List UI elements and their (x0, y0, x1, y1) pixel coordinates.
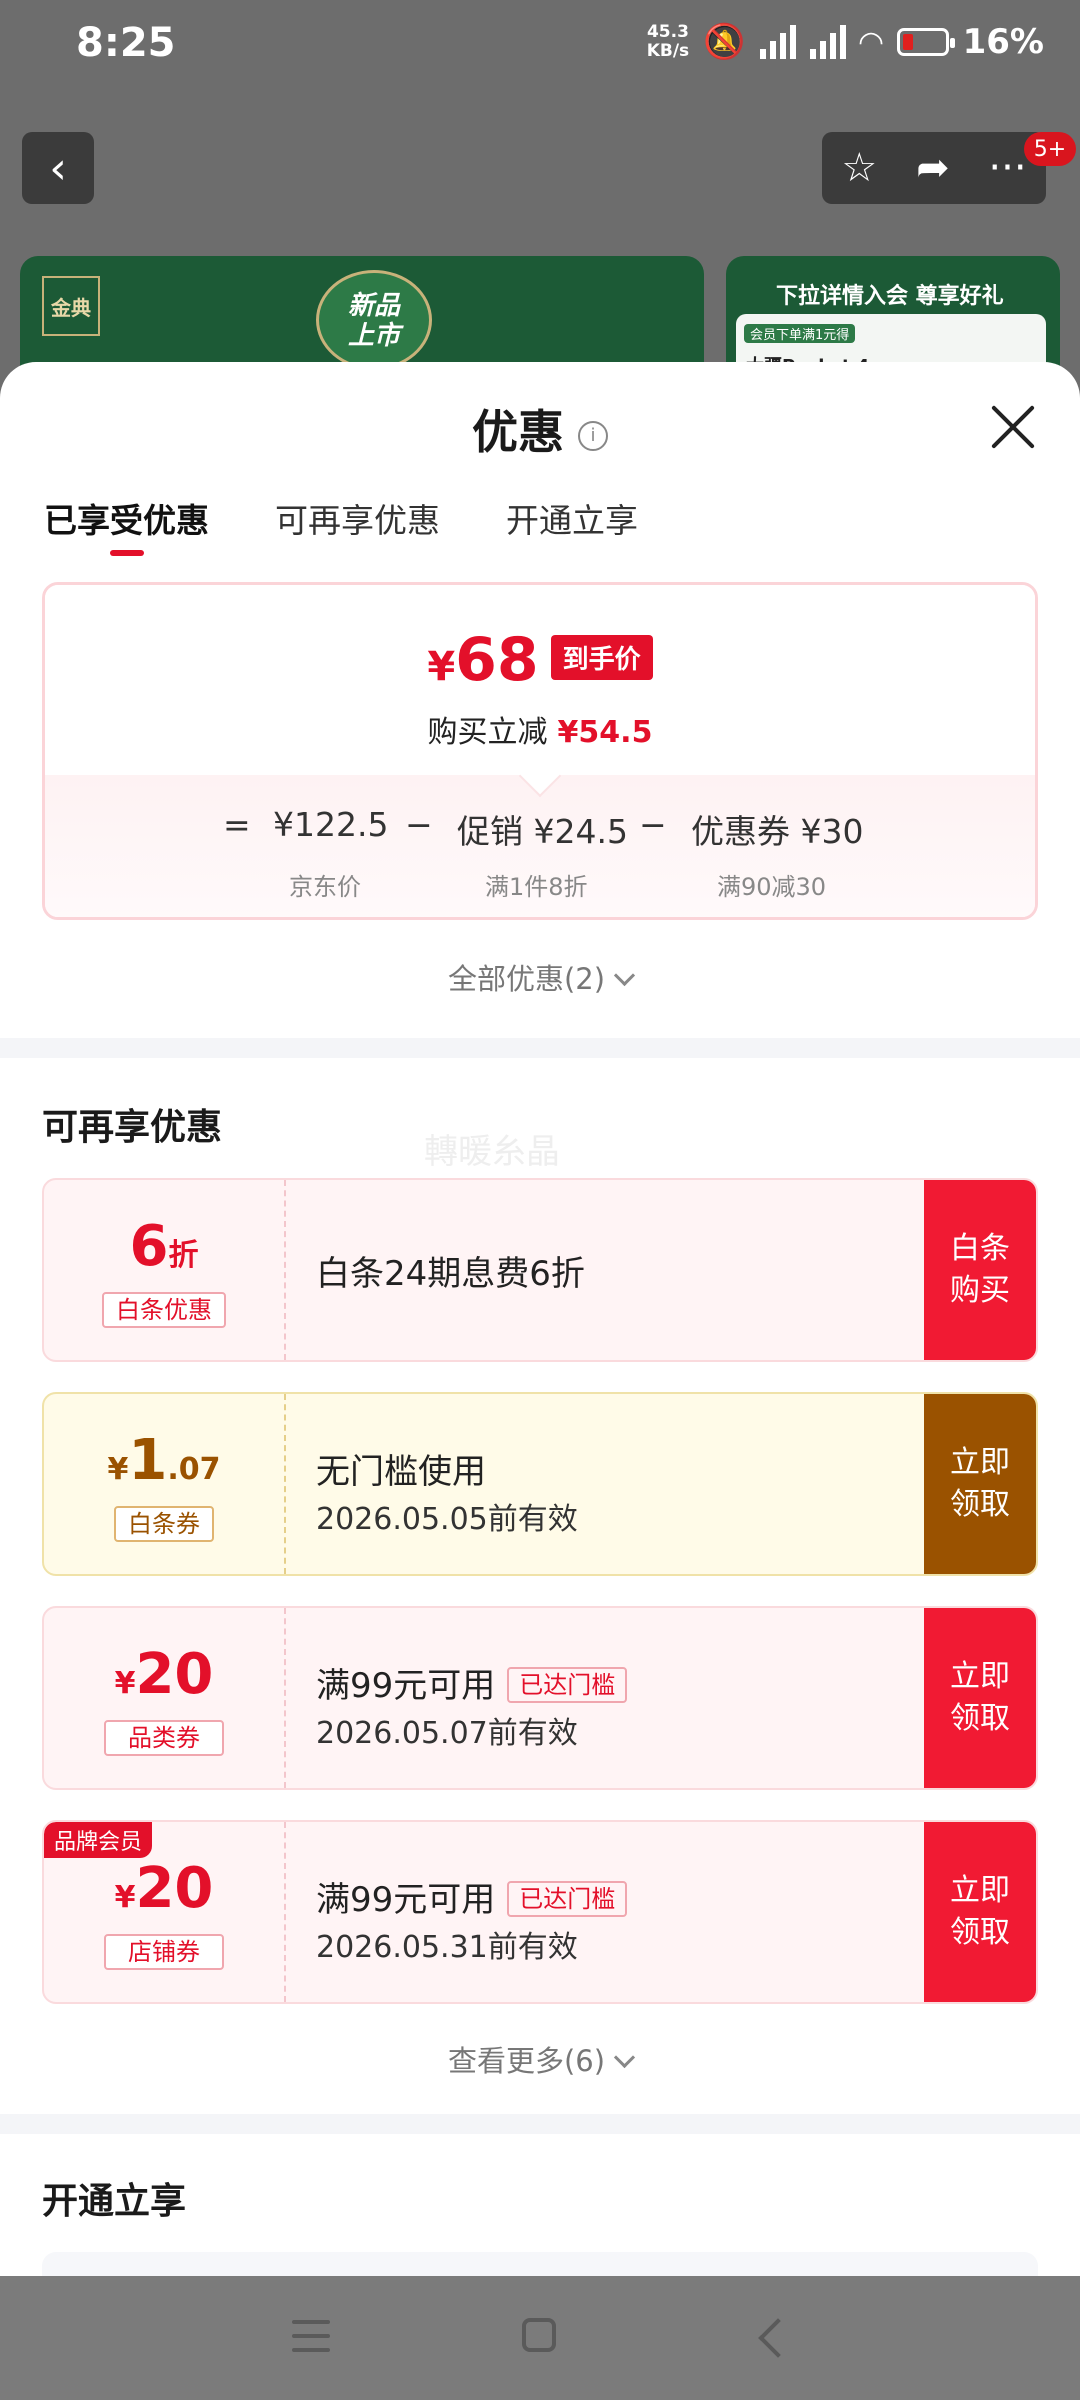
coupon-amount: ¥20 (114, 1856, 214, 1921)
coupon-valid: 2026.05.05前有效 (316, 1502, 578, 1537)
coupon-desc: 白条24期息费6折 (316, 1254, 585, 1294)
coupon-amount: ¥20 (114, 1642, 214, 1707)
coupon-type: 白条优惠 (102, 1292, 226, 1328)
final-price-tag: 到手价 (550, 635, 653, 680)
net-speed: 45.3 KB/s (646, 22, 690, 61)
more-icon[interactable]: ··· (988, 145, 1026, 191)
new-product-badge: 新品 上市 (316, 270, 432, 370)
star-icon[interactable]: ☆ (841, 145, 877, 191)
coupon-type: 品类券 (104, 1720, 224, 1756)
system-nav-bar (0, 2276, 1080, 2400)
claim-button[interactable]: 立即 领取 (924, 1608, 1036, 1788)
claim-button[interactable]: 立即 领取 (924, 1394, 1036, 1574)
coupon-type: 店铺券 (104, 1934, 224, 1970)
coupon-category: ¥20 品类券 满99元可用 已达门槛 2026.05.07前有效 立即 领取 (42, 1606, 1038, 1790)
coupon-type: 白条券 (114, 1506, 214, 1542)
share-icon[interactable]: ➦ (916, 145, 950, 191)
background-product-page: 8:25 45.3 KB/s 🔕 ◠ 16% ‹ ☆ ➦ ··· 5+ 金典 新… (0, 0, 1080, 436)
banner-right-title: 下拉详情入会 尊享好礼 (776, 284, 1004, 309)
coupon-desc: 满99元可用 已达门槛 (316, 1872, 628, 1921)
open-enjoy-card (42, 2252, 1038, 2276)
coupon-label: 满90减30 (717, 873, 827, 901)
offer-tabs: 已享受优惠 可再享优惠 开通立享 (44, 494, 638, 556)
promo-amount: 促销 ¥24.5 (457, 812, 628, 851)
mute-icon: 🔕 (703, 22, 746, 62)
signal-icon-2 (809, 25, 846, 59)
coupon-store: 品牌会员 ¥20 店铺券 满99元可用 已达门槛 2026.05.31前有效 立即… (42, 1820, 1038, 2004)
reduce-line: 购买立减 ¥54.5 (427, 715, 653, 750)
brand-logo: 金典 (42, 276, 100, 336)
battery-percent: 16% (962, 22, 1044, 62)
home-icon[interactable] (522, 2318, 556, 2352)
coupon-amount: 优惠券 ¥30 (691, 812, 864, 851)
wifi-icon: ◠ (859, 24, 883, 60)
back-button[interactable]: ‹ (22, 132, 94, 204)
view-more-toggle[interactable]: 查看更多(6) (0, 2038, 1080, 2080)
status-bar: 8:25 45.3 KB/s 🔕 ◠ 16% (0, 0, 1080, 90)
section-open-title: 开通立享 (42, 2181, 187, 2222)
price-summary: ¥68 到手价 购买立减 ¥54.5 = ¥122.5 − 促销 ¥24.5 − 优… (42, 582, 1038, 920)
battery-icon (896, 28, 955, 56)
offers-sheet: 优惠 i 已享受优惠 可再享优惠 开通立享 ¥68 到手价 购买立减 ¥54.5 = … (0, 362, 1080, 2276)
tab-more-offers[interactable]: 可再享优惠 (275, 494, 440, 542)
brand-member-tag: 品牌会员 (44, 1822, 153, 1858)
all-offers-toggle[interactable]: 全部优惠(2) (0, 956, 1080, 998)
section-more-offers-title: 可再享优惠 (42, 1107, 223, 1148)
coupon-amount: ¥1.07 (107, 1428, 221, 1493)
jd-price-label: 京东价 (289, 873, 361, 901)
threshold-badge: 已达门槛 (507, 1667, 628, 1703)
jd-price: ¥122.5 (273, 805, 389, 844)
top-actions: ☆ ➦ ··· (822, 132, 1046, 204)
menu-icon[interactable] (292, 2320, 330, 2354)
tab-open-enjoy[interactable]: 开通立享 (506, 494, 638, 542)
baitiao-buy-button[interactable]: 白条 购买 (924, 1180, 1036, 1360)
chevron-down-icon (613, 2046, 636, 2069)
section-divider (0, 1038, 1080, 1058)
signal-icon-1 (759, 25, 796, 59)
coupon-baitiao-discount: 6折 白条优惠 白条24期息费6折 白条 购买 (42, 1178, 1038, 1362)
section-divider (0, 2114, 1080, 2134)
watermark: 轉暖糸晶 (424, 1132, 560, 1172)
info-icon[interactable]: i (578, 420, 608, 451)
coupon-baitiao-voucher: ¥1.07 白条券 无门槛使用 2026.05.05前有效 立即 领取 (42, 1392, 1038, 1576)
claim-button[interactable]: 立即 领取 (924, 1822, 1036, 2002)
coupon-desc: 满99元可用 已达门槛 (316, 1658, 628, 1707)
final-price: ¥68 到手价 (45, 625, 1035, 695)
nav-back-icon[interactable] (758, 2318, 798, 2358)
back-icon: ‹ (49, 142, 67, 194)
close-icon[interactable] (988, 402, 1038, 452)
tab-enjoyed[interactable]: 已享受优惠 (44, 494, 209, 556)
status-icons: 45.3 KB/s 🔕 ◠ 16% (647, 22, 1044, 62)
chevron-down-icon (613, 964, 636, 987)
sheet-title: 优惠 i (0, 396, 1080, 462)
threshold-badge: 已达门槛 (507, 1881, 628, 1917)
coupon-desc: 无门槛使用 (316, 1452, 486, 1492)
coupon-valid: 2026.05.07前有效 (316, 1716, 578, 1751)
notification-badge: 5+ (1024, 132, 1076, 166)
status-time: 8:25 (76, 20, 176, 66)
promo-label: 满1件8折 (485, 873, 588, 901)
coupon-amount: 6折 (129, 1214, 199, 1279)
coupon-valid: 2026.05.31前有效 (316, 1930, 578, 1965)
